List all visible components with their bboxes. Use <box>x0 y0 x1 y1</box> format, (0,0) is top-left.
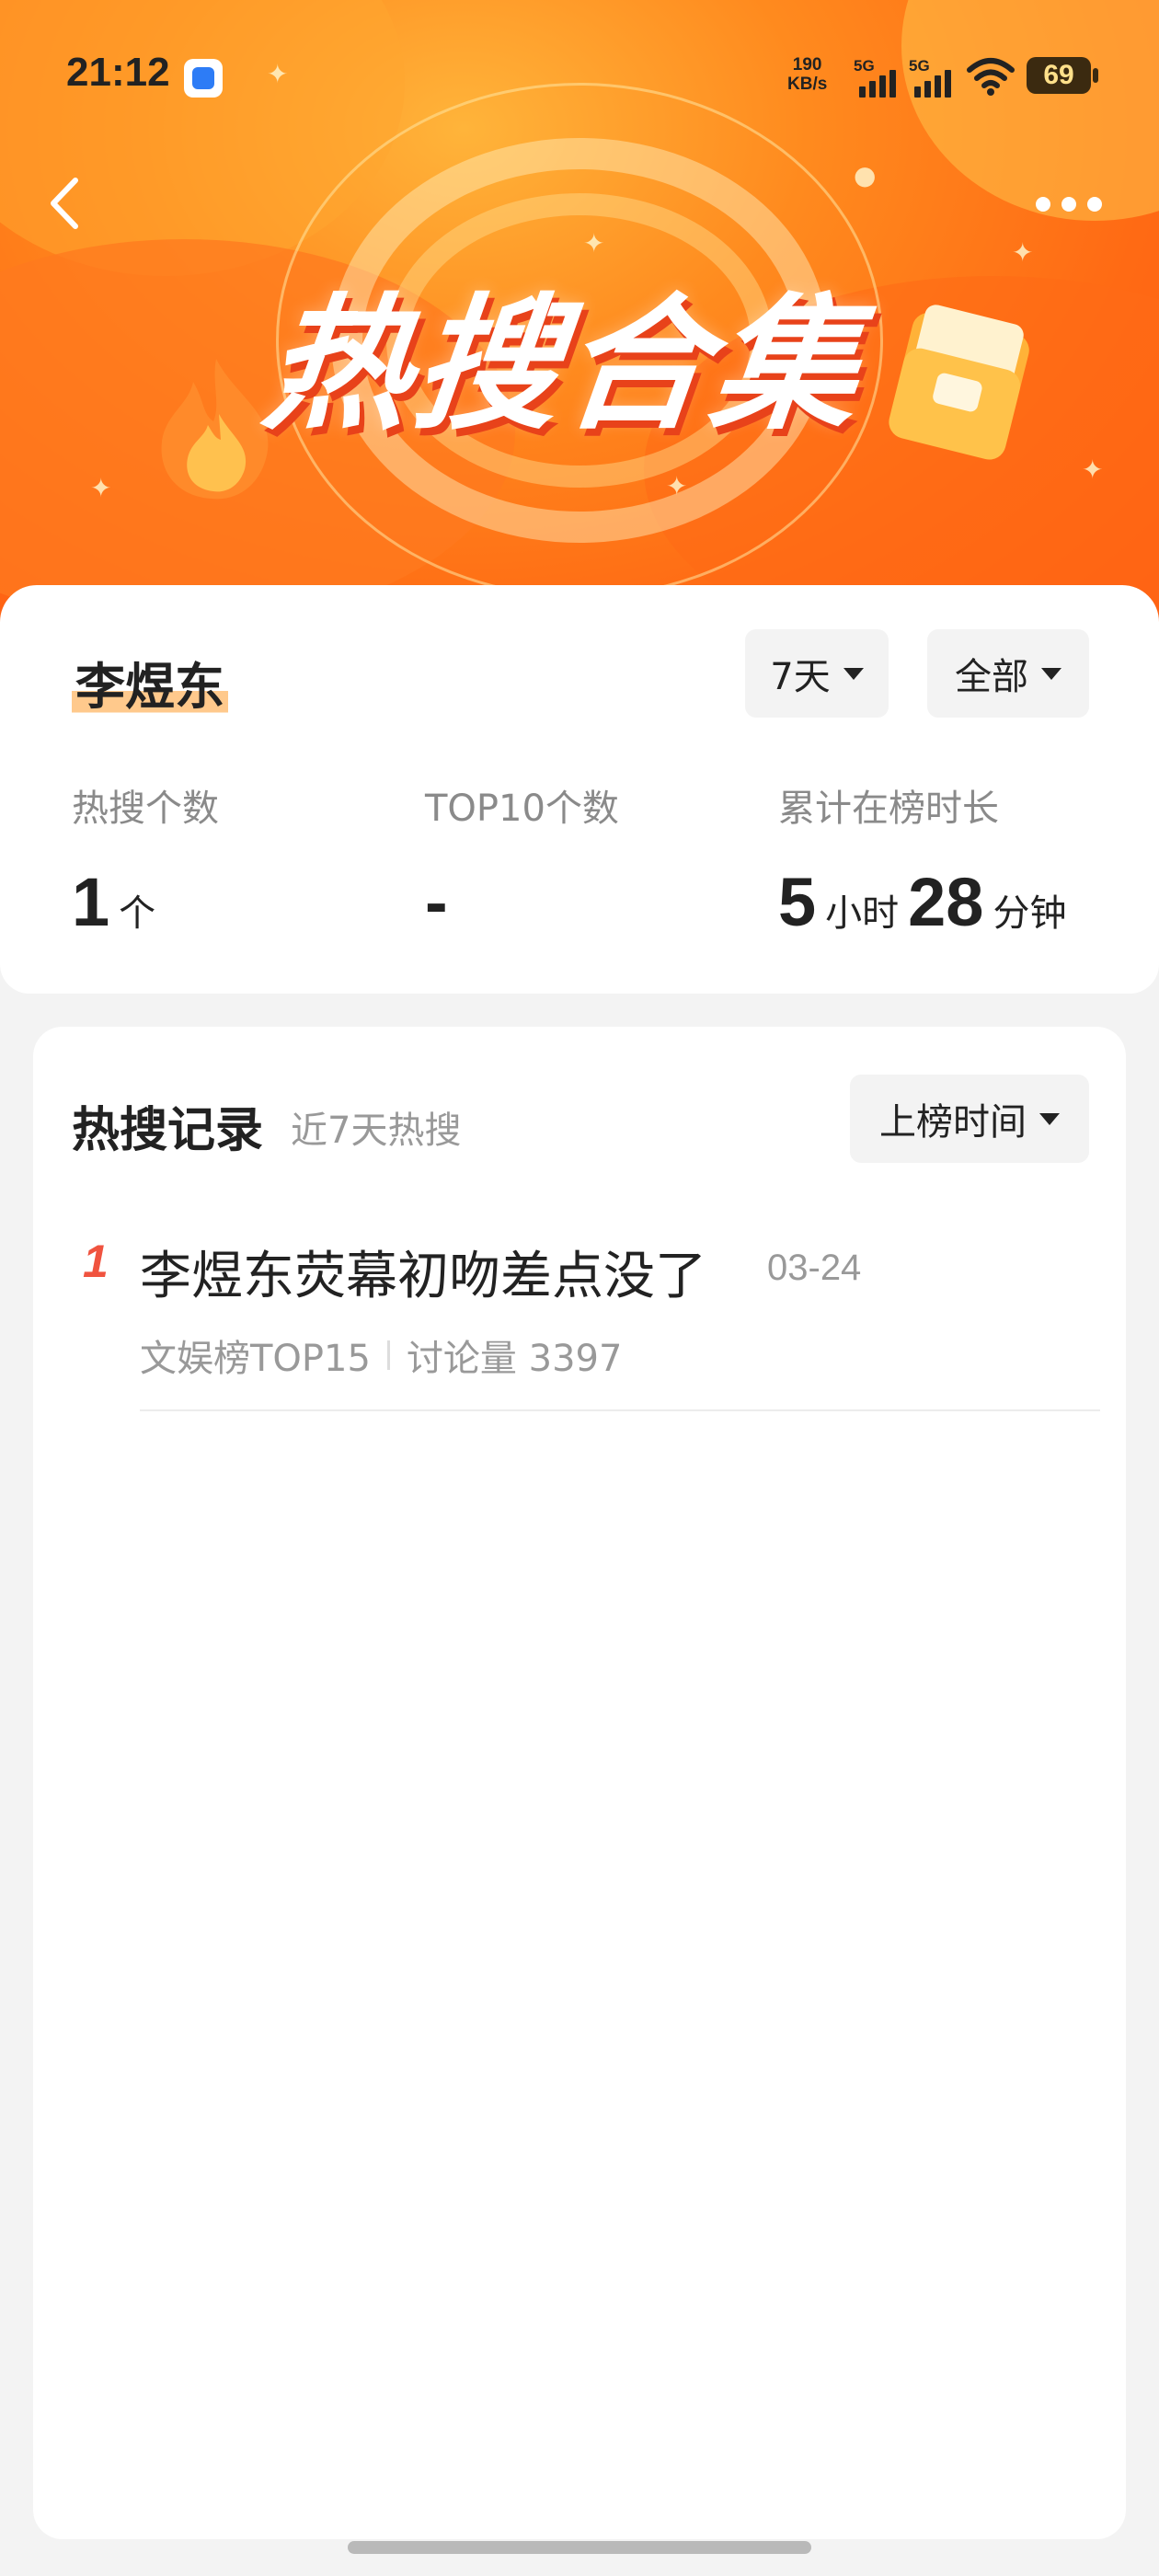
category-filter-label: 全部 <box>955 656 1028 698</box>
caret-down-icon <box>1041 667 1061 680</box>
net-speed-unit: KB/s <box>787 75 828 94</box>
more-dots-icon[interactable] <box>1034 184 1107 224</box>
chevron-left-icon[interactable] <box>40 171 96 236</box>
stat-label: 累计在榜时长 <box>778 788 999 830</box>
stat-top10-count: TOP10个数 - <box>425 778 619 941</box>
folder-icon <box>889 305 1029 460</box>
record-discussion: 讨论量 3397 <box>406 1338 623 1380</box>
signal-icon: 5G <box>909 57 955 98</box>
battery-icon: 69 <box>1027 57 1098 94</box>
stat-hot-count: 热搜个数 1 个 <box>72 778 219 941</box>
record-title: 李煜东荧幕初吻差点没了 <box>140 1247 706 1306</box>
person-summary-card: 李煜东 7天 全部 热搜个数 1 个 TOP10个数 - 累计在榜时长 5 小时… <box>0 585 1159 994</box>
record-item[interactable]: 1 李煜东荧幕初吻差点没了 03-24 文娱榜TOP15 讨论量 3397 <box>72 1216 1126 1411</box>
hero-banner: ✦ ✦ ✦ ✦ ✦ ✦ ● 热搜合集 21:12 190 KB/s 5G 5G … <box>0 0 1159 644</box>
person-name: 李煜东 <box>72 646 228 719</box>
stat-minutes-unit: 分钟 <box>993 892 1067 935</box>
sparkle-icon: ✦ <box>1012 237 1034 268</box>
sparkle-icon: ✦ <box>90 473 112 503</box>
stat-hours-unit: 小时 <box>825 892 900 935</box>
signal-icon: 5G <box>854 57 900 98</box>
stat-value: - <box>425 864 448 940</box>
caret-down-icon <box>843 667 864 680</box>
sort-label: 上榜时间 <box>879 1101 1027 1144</box>
stat-value: 1 <box>72 864 110 940</box>
status-bar: 21:12 190 KB/s 5G 5G 69 <box>0 0 1159 156</box>
stat-hours-value: 5 <box>778 864 817 940</box>
record-board: 文娱榜TOP15 <box>140 1338 371 1380</box>
net-speed-value: 190 <box>792 55 822 75</box>
app-notification-icon <box>184 59 223 98</box>
records-title: 热搜记录 <box>72 1103 264 1158</box>
sparkle-icon: ● <box>854 160 877 190</box>
record-meta: 文娱榜TOP15 讨论量 3397 <box>140 1328 622 1382</box>
record-date: 03-24 <box>767 1248 862 1288</box>
meta-divider <box>386 1340 390 1370</box>
category-filter-dropdown[interactable]: 全部 <box>927 629 1089 718</box>
home-indicator[interactable] <box>348 2541 811 2554</box>
caret-down-icon <box>1039 1112 1060 1125</box>
days-filter-dropdown[interactable]: 7天 <box>745 629 889 718</box>
stat-duration: 累计在榜时长 5 小时 28 分钟 <box>778 778 1066 941</box>
record-rank: 1 <box>83 1236 109 1287</box>
sort-dropdown[interactable]: 上榜时间 <box>850 1075 1089 1163</box>
record-divider <box>140 1409 1100 1411</box>
hot-search-records-card: 热搜记录 近7天热搜 上榜时间 1 李煜东荧幕初吻差点没了 03-24 文娱榜T… <box>33 1027 1126 2539</box>
banner-title: 热搜合集 <box>256 281 871 450</box>
wifi-icon <box>967 58 1015 96</box>
days-filter-label: 7天 <box>770 656 831 698</box>
stat-unit: 个 <box>119 892 156 935</box>
records-subtitle: 近7天热搜 <box>291 1110 462 1152</box>
stat-label: TOP10个数 <box>425 788 619 830</box>
sparkle-icon: ✦ <box>666 471 688 501</box>
status-time: 21:12 <box>66 50 170 95</box>
sparkle-icon: ✦ <box>1082 454 1104 485</box>
net-speed: 190 KB/s <box>787 55 827 94</box>
battery-level: 69 <box>1043 60 1074 90</box>
page: ✦ ✦ ✦ ✦ ✦ ✦ ● 热搜合集 21:12 190 KB/s 5G 5G … <box>0 0 1159 2576</box>
stat-minutes-value: 28 <box>908 864 984 940</box>
stat-label: 热搜个数 <box>72 788 219 830</box>
